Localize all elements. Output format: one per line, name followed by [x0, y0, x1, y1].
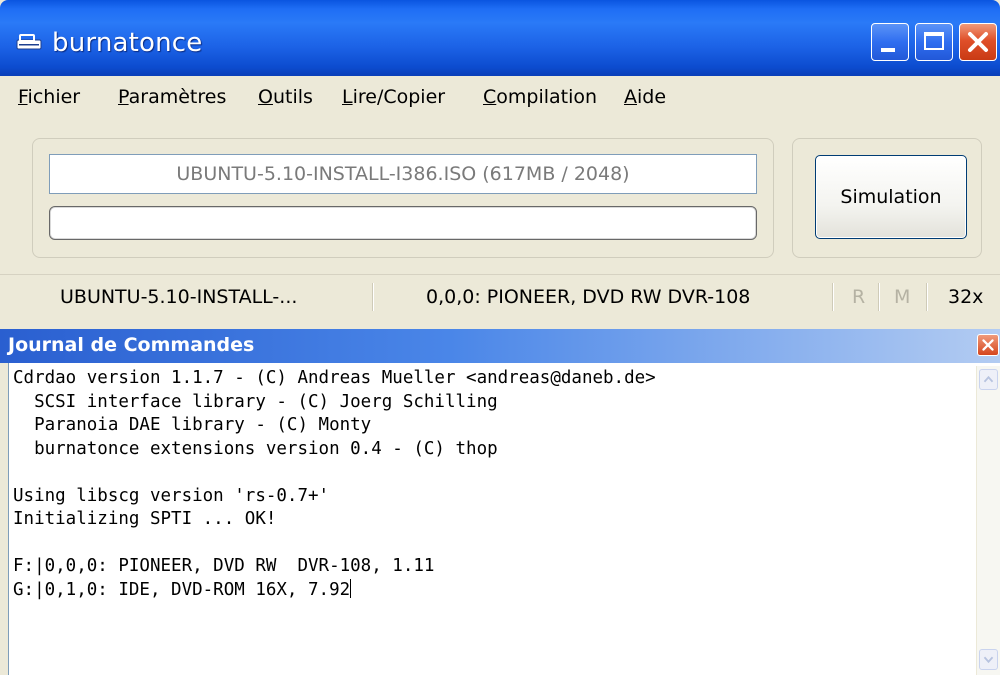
status-device: 0,0,0: PIONEER, DVD RW DVR-108: [426, 286, 751, 308]
window-title: burnatonce: [52, 28, 203, 58]
maximize-icon: [924, 32, 944, 50]
journal-text: Cdrdao version 1.1.7 - (C) Andreas Muell…: [13, 368, 656, 600]
journal-header: Journal de Commandes: [0, 329, 1000, 363]
source-file-field[interactable]: UBUNTU-5.10-INSTALL-I386.ISO (617MB / 20…: [49, 154, 757, 194]
simulation-button[interactable]: Simulation: [815, 155, 967, 239]
title-bar[interactable]: burnatonce: [0, 0, 1000, 76]
menu-lire-copier[interactable]: Lire/Copier: [340, 82, 447, 112]
close-icon: [968, 32, 988, 52]
status-divider: [372, 283, 374, 311]
maximize-button[interactable]: [915, 23, 953, 61]
scroll-down-icon[interactable]: [979, 649, 998, 670]
scroll-up-icon[interactable]: [979, 369, 998, 390]
status-r-flag: R: [852, 286, 866, 308]
menu-outils[interactable]: Outils: [256, 82, 315, 112]
journal-title: Journal de Commandes: [8, 334, 255, 356]
status-divider: [926, 283, 928, 311]
menu-fichier[interactable]: Fichier: [16, 82, 82, 112]
minimize-button[interactable]: [871, 23, 909, 61]
journal-close-icon[interactable]: [977, 334, 999, 356]
journal-log[interactable]: Cdrdao version 1.1.7 - (C) Andreas Muell…: [8, 363, 1000, 675]
menu-compilation[interactable]: Compilation: [481, 82, 599, 112]
close-button[interactable]: [959, 23, 997, 61]
status-m-flag: M: [894, 286, 911, 308]
minimize-icon: [881, 48, 895, 52]
status-divider: [832, 283, 834, 311]
menu-aide[interactable]: Aide: [622, 82, 668, 112]
cd-drive-icon: [16, 34, 42, 50]
status-file: UBUNTU-5.10-INSTALL-...: [60, 286, 298, 308]
menu-parametres[interactable]: Paramètres: [116, 82, 228, 112]
journal-scrollbar[interactable]: [976, 366, 1000, 675]
status-bar: UBUNTU-5.10-INSTALL-... 0,0,0: PIONEER, …: [0, 274, 1000, 317]
burn-progress-bar: [49, 206, 757, 240]
status-divider: [878, 283, 880, 311]
text-caret: [350, 578, 352, 598]
menu-bar: Fichier Paramètres Outils Lire/Copier Co…: [0, 76, 1000, 118]
status-speed: 32x: [948, 286, 984, 308]
